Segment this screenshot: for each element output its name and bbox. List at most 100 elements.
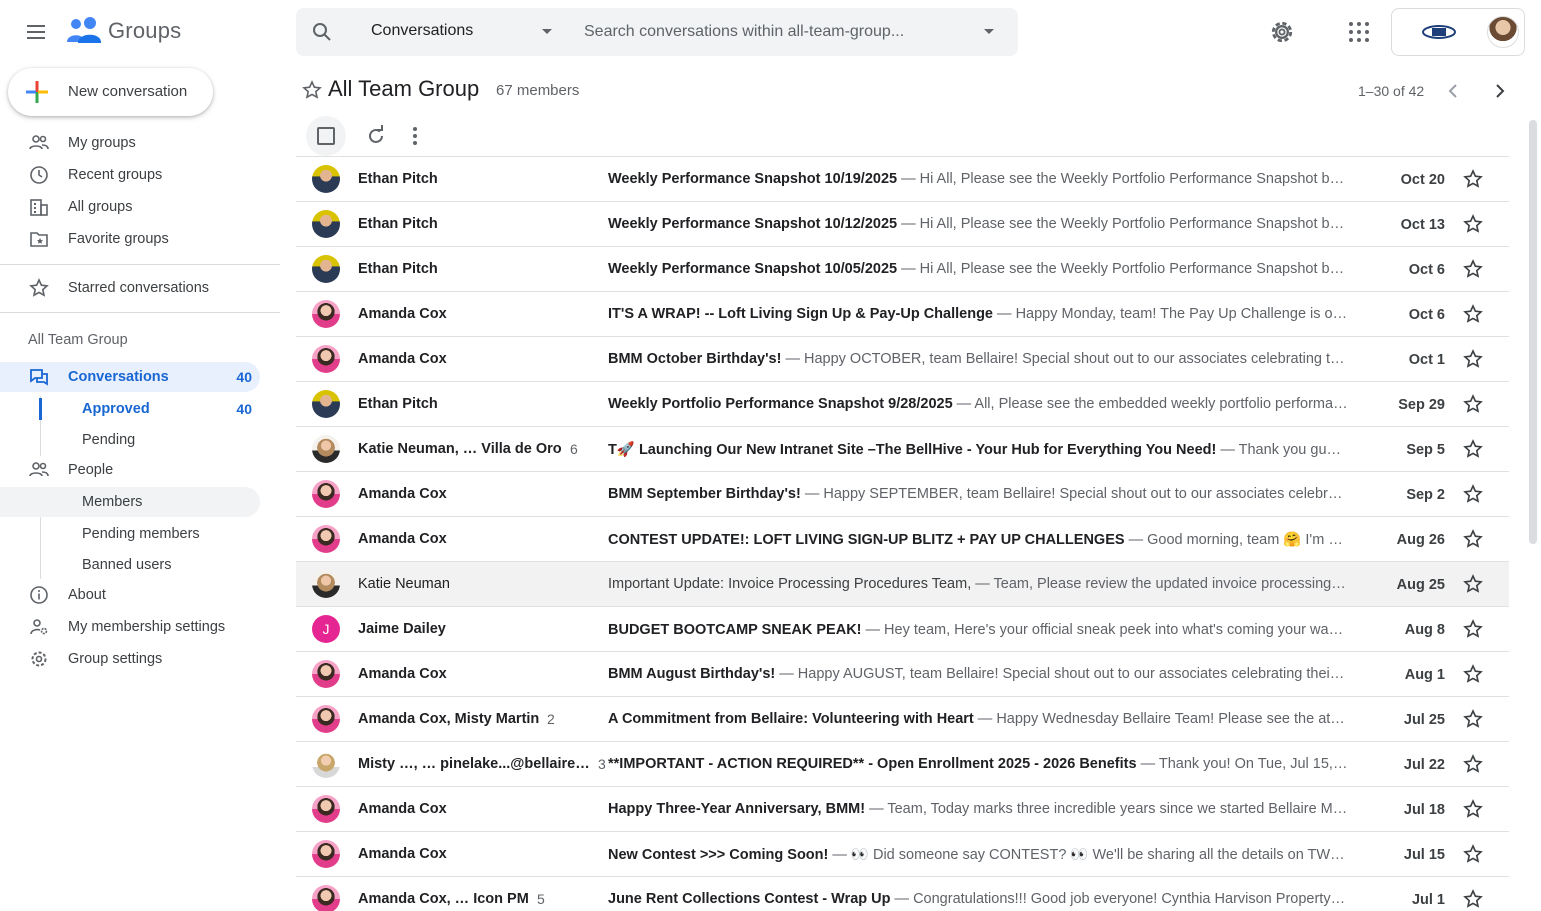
search-icon[interactable] bbox=[310, 20, 334, 44]
avatar bbox=[312, 525, 340, 553]
star-icon[interactable] bbox=[1463, 889, 1483, 909]
conversation-row[interactable]: Ethan Pitch Weekly Performance Snapshot 1… bbox=[296, 247, 1509, 292]
search-options-icon[interactable] bbox=[984, 29, 994, 34]
conversation-date: Jul 22 bbox=[1403, 757, 1445, 773]
conversation-summary: CONTEST UPDATE!: LOFT LIVING SIGN-UP BLI… bbox=[608, 531, 1348, 548]
main-menu-button[interactable] bbox=[20, 16, 52, 48]
sidebar-item-pending-members[interactable]: Pending members bbox=[0, 519, 260, 549]
conversation-snippet: — Happy Monday, team! The Pay Up Challen… bbox=[997, 306, 1348, 322]
conversation-subject: BMM September Birthday's! bbox=[608, 486, 801, 502]
conversation-date: Oct 13 bbox=[1400, 217, 1445, 233]
star-icon[interactable] bbox=[1463, 259, 1483, 279]
avatar bbox=[312, 345, 340, 373]
conversation-row[interactable]: Ethan Pitch Weekly Portfolio Performance … bbox=[296, 382, 1509, 427]
star-icon[interactable] bbox=[1463, 169, 1483, 189]
sender-name: Misty …, … pinelake...@bellaire… bbox=[358, 756, 590, 772]
members-count-link[interactable]: 67 members bbox=[496, 82, 579, 99]
conversation-row[interactable]: Amanda Cox BMM September Birthday's! — Ha… bbox=[296, 472, 1509, 517]
sidebar-item-my-groups[interactable]: My groups bbox=[0, 128, 260, 158]
conversation-row[interactable]: Amanda Cox IT'S A WRAP! -- Loft Living Si… bbox=[296, 292, 1509, 337]
sidebar-item-membership-settings[interactable]: My membership settings bbox=[0, 612, 260, 642]
sidebar-item-people[interactable]: People bbox=[0, 455, 260, 485]
approved-count: 40 bbox=[236, 401, 252, 417]
sidebar-item-starred-conversations[interactable]: Starred conversations bbox=[0, 273, 260, 303]
conversation-row[interactable]: Amanda Cox CONTEST UPDATE!: LOFT LIVING S… bbox=[296, 517, 1509, 562]
star-icon[interactable] bbox=[1463, 574, 1483, 594]
conversation-row[interactable]: Amanda Cox, Misty Martin 2 A Commitment fr… bbox=[296, 697, 1509, 742]
more-options-icon[interactable] bbox=[405, 124, 425, 148]
sender-name: Katie Neuman, … Villa de Oro bbox=[358, 441, 562, 457]
star-icon[interactable] bbox=[1463, 664, 1483, 684]
conversation-row[interactable]: Ethan Pitch Weekly Performance Snapshot 1… bbox=[296, 157, 1509, 202]
star-icon[interactable] bbox=[1463, 484, 1483, 504]
conversation-subject: June Rent Collections Contest - Wrap Up bbox=[608, 891, 891, 907]
account-switcher[interactable] bbox=[1391, 8, 1525, 56]
sidebar-item-recent-groups[interactable]: Recent groups bbox=[0, 160, 260, 190]
conversation-row[interactable]: Amanda Cox BMM August Birthday's! — Happy… bbox=[296, 652, 1509, 697]
conversation-row[interactable]: J Jaime Dailey BUDGET BOOTCAMP SNEAK PEAK!… bbox=[296, 607, 1509, 652]
scrollbar[interactable] bbox=[1529, 120, 1537, 544]
chevron-right-icon[interactable] bbox=[1490, 80, 1510, 102]
sidebar-item-label: Starred conversations bbox=[68, 280, 210, 296]
conversation-date: Aug 26 bbox=[1396, 532, 1445, 548]
building-icon bbox=[30, 199, 48, 216]
chevron-left-icon[interactable] bbox=[1443, 80, 1463, 102]
star-icon[interactable] bbox=[1463, 844, 1483, 864]
new-conversation-button[interactable]: New conversation bbox=[8, 68, 213, 116]
star-icon[interactable] bbox=[1463, 619, 1483, 639]
conversation-row[interactable]: Katie Neuman Important Update: Invoice Pr… bbox=[296, 562, 1509, 607]
groups-logo[interactable]: Groups bbox=[66, 16, 181, 46]
sidebar-item-group-settings[interactable]: Group settings bbox=[0, 644, 260, 674]
avatar bbox=[312, 840, 340, 868]
person-settings-icon bbox=[30, 619, 48, 635]
sidebar-item-label: Banned users bbox=[82, 557, 172, 573]
sidebar-item-members[interactable]: Members bbox=[0, 487, 260, 517]
conversation-summary: IT'S A WRAP! -- Loft Living Sign Up & Pa… bbox=[608, 306, 1348, 322]
star-icon[interactable] bbox=[1463, 304, 1483, 324]
conversation-row[interactable]: Amanda Cox New Contest >>> Coming Soon! —… bbox=[296, 832, 1509, 877]
star-icon[interactable] bbox=[1463, 529, 1483, 549]
refresh-icon[interactable] bbox=[364, 124, 388, 148]
conversation-row[interactable]: Ethan Pitch Weekly Performance Snapshot 1… bbox=[296, 202, 1509, 247]
folder-star-icon bbox=[30, 232, 48, 247]
conversation-summary: Weekly Performance Snapshot 10/05/2025 —… bbox=[608, 261, 1348, 277]
star-icon[interactable] bbox=[1463, 799, 1483, 819]
people-icon bbox=[29, 462, 49, 477]
search-scope-select[interactable]: Conversations bbox=[371, 22, 473, 40]
message-count: 6 bbox=[570, 441, 578, 457]
sidebar-item-banned-users[interactable]: Banned users bbox=[0, 550, 260, 580]
sidebar-item-label: Pending bbox=[82, 432, 136, 448]
sidebar-item-approved[interactable]: Approved 40 bbox=[0, 394, 260, 424]
account-avatar[interactable] bbox=[1487, 16, 1519, 48]
star-icon[interactable] bbox=[1463, 394, 1483, 414]
star-icon[interactable] bbox=[1463, 214, 1483, 234]
conversation-subject: T🚀 Launching Our New Intranet Site –The … bbox=[608, 442, 1217, 458]
settings-gear-icon[interactable] bbox=[1268, 18, 1296, 46]
sidebar-item-all-groups[interactable]: All groups bbox=[0, 192, 260, 222]
conversation-row[interactable]: Katie Neuman, … Villa de Oro 6 T🚀 Launchin… bbox=[296, 427, 1509, 472]
conversation-row[interactable]: Misty …, … pinelake...@bellaire… 3 **IMPOR… bbox=[296, 742, 1509, 787]
avatar bbox=[312, 435, 340, 463]
conversation-subject: IT'S A WRAP! -- Loft Living Sign Up & Pa… bbox=[608, 306, 994, 322]
conversation-snippet: — Happy Wednesday Bellaire Team! Please … bbox=[973, 711, 1348, 727]
conversation-row[interactable]: Amanda Cox BMM October Birthday's! — Happ… bbox=[296, 337, 1509, 382]
conversation-row[interactable]: Amanda Cox Happy Three-Year Anniversary, … bbox=[296, 787, 1509, 832]
sender-name: Amanda Cox bbox=[358, 846, 447, 862]
scope-dropdown-icon[interactable] bbox=[542, 29, 552, 34]
search-input[interactable] bbox=[584, 20, 964, 44]
select-all-checkbox[interactable] bbox=[306, 116, 346, 156]
conversation-date: Aug 25 bbox=[1396, 577, 1445, 593]
star-icon[interactable] bbox=[1463, 709, 1483, 729]
favorite-group-star-icon[interactable] bbox=[302, 80, 322, 100]
sidebar-item-conversations[interactable]: Conversations 40 bbox=[0, 362, 260, 392]
star-icon[interactable] bbox=[1463, 754, 1483, 774]
sidebar-item-about[interactable]: About bbox=[0, 580, 260, 610]
sidebar-item-pending[interactable]: Pending bbox=[0, 425, 260, 455]
conversation-snippet: — 👀 Did someone say CONTEST? 👀 We'll be … bbox=[832, 847, 1348, 863]
sidebar-item-favorite-groups[interactable]: Favorite groups bbox=[0, 224, 260, 254]
conversation-row[interactable]: Amanda Cox, … Icon PM 5 June Rent Collecti… bbox=[296, 877, 1509, 911]
apps-grid-icon[interactable] bbox=[1347, 20, 1371, 44]
star-icon[interactable] bbox=[1463, 439, 1483, 459]
conversation-summary: Weekly Performance Snapshot 10/19/2025 —… bbox=[608, 171, 1348, 187]
star-icon[interactable] bbox=[1463, 349, 1483, 369]
